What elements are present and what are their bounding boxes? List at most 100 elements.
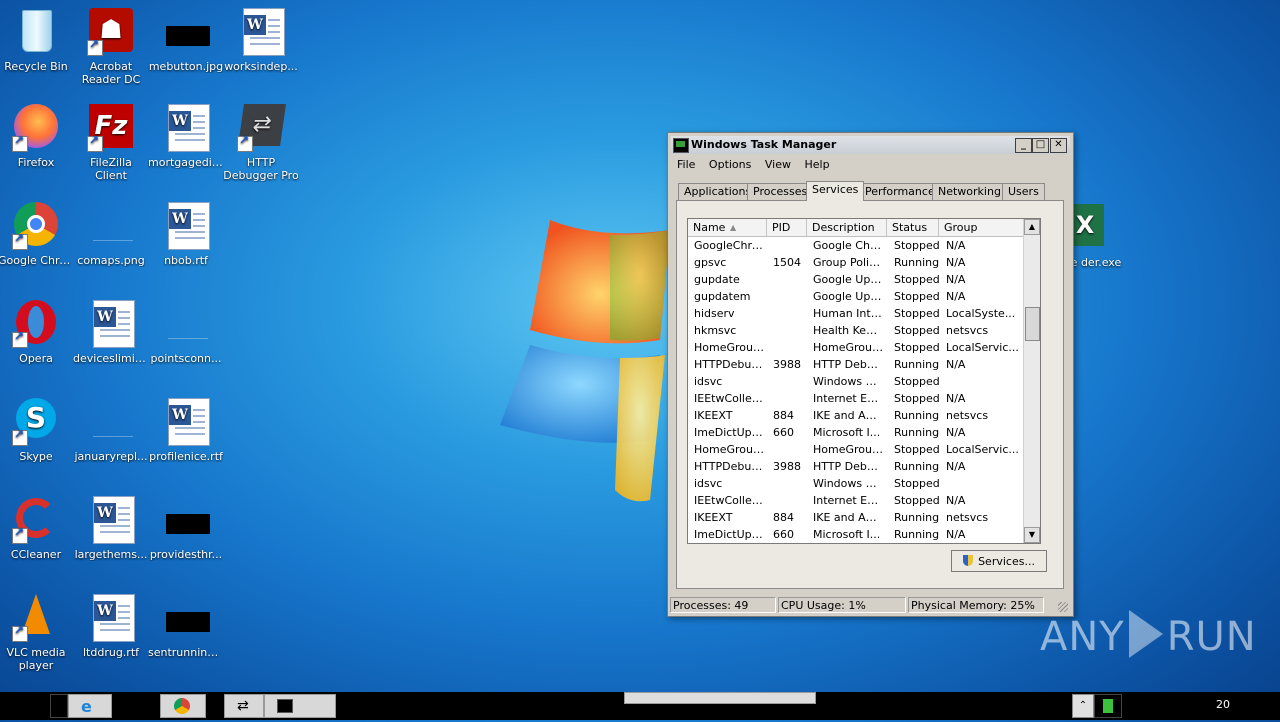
vertical-scrollbar[interactable]: ▲ ▼ <box>1023 219 1040 543</box>
menu-view[interactable]: View <box>760 156 796 173</box>
desktop-icon[interactable]: S Skype <box>0 398 74 463</box>
service-description: Internet Ex... <box>813 392 883 405</box>
maximize-button[interactable]: □ <box>1032 138 1049 153</box>
table-row[interactable]: hidserv Human Inte... Stopped LocalSyste... <box>688 305 1024 322</box>
title-bar[interactable]: Windows Task Manager _ □ ✕ <box>671 136 1070 154</box>
service-name: HomeGroup... <box>694 341 766 354</box>
table-row[interactable]: gpsvc 1504 Group Polic... Running N/A <box>688 254 1024 271</box>
service-group: N/A <box>946 494 966 507</box>
service-name: hidserv <box>694 307 735 320</box>
desktop-icon-label: mebutton.jpg <box>148 60 224 73</box>
service-description: Microsoft I... <box>813 426 881 439</box>
column-pid[interactable]: PID <box>767 219 807 236</box>
table-row[interactable]: gupdate Google Upd... Stopped N/A <box>688 271 1024 288</box>
service-description: Microsoft I... <box>813 528 881 541</box>
service-group: netsvcs <box>946 409 989 422</box>
table-row[interactable]: GoogleChro... Google Chr... Stopped N/A <box>688 237 1024 254</box>
table-row[interactable]: IEEtwCollec... Internet Ex... Stopped N/A <box>688 390 1024 407</box>
desktop-icon[interactable]: comaps.png <box>73 202 149 267</box>
scroll-down-button[interactable]: ▼ <box>1024 527 1040 543</box>
desktop-icon[interactable]: pointsconn... <box>148 300 224 365</box>
table-row[interactable]: HTTPDebug... 3988 HTTP Debu... Running N/A <box>688 458 1024 475</box>
service-description: Human Inte... <box>813 307 883 320</box>
table-row[interactable]: HomeGroup... HomeGroup... Stopped LocalServ… <box>688 441 1024 458</box>
tab-services[interactable]: Services <box>806 181 865 201</box>
desktop-icon[interactable]: januaryrepl... <box>73 398 149 463</box>
task-manager-window[interactable]: Windows Task Manager _ □ ✕ File Options … <box>667 132 1074 617</box>
desktop-icon[interactable]: Firefox <box>0 104 74 169</box>
opera-icon <box>12 300 60 348</box>
service-pid: 884 <box>773 511 794 524</box>
scroll-thumb[interactable] <box>1025 307 1040 341</box>
desktop-icon[interactable]: Wworksindep... <box>223 8 299 73</box>
desktop-icon[interactable]: Wmortgagedis... <box>148 104 224 169</box>
service-name: IKEEXT <box>694 409 733 422</box>
tab-processes[interactable]: Processes <box>747 183 814 200</box>
start-button[interactable] <box>50 694 68 718</box>
desktop-icon[interactable]: Wltddrug.rtf <box>73 594 149 659</box>
service-status: Stopped <box>894 443 940 456</box>
clock[interactable]: 20 <box>1216 698 1230 711</box>
desktop-icon[interactable]: mebutton.jpg <box>148 8 224 73</box>
desktop-icon[interactable]: providesthr... <box>148 496 224 561</box>
desktop-icon-label: Opera <box>19 352 53 365</box>
column-description[interactable]: Description <box>807 219 887 236</box>
taskbar-ie[interactable]: e <box>68 694 112 718</box>
menu-file[interactable]: File <box>672 156 700 173</box>
desktop-icon[interactable]: Wlargethems... <box>73 496 149 561</box>
taskbar-http-debugger[interactable]: ⇄ <box>224 694 264 718</box>
service-description: Google Upd... <box>813 273 883 286</box>
table-row[interactable]: gupdatem Google Upd... Stopped N/A <box>688 288 1024 305</box>
service-status: Stopped <box>894 307 940 320</box>
close-button[interactable]: ✕ <box>1050 138 1067 153</box>
column-group[interactable]: Group <box>939 219 1024 236</box>
show-hidden-icons-button[interactable]: ⌃ <box>1072 694 1094 718</box>
table-row[interactable]: idsvc Windows C... Stopped <box>688 373 1024 390</box>
table-row[interactable]: IKEEXT 884 IKE and Au... Running netsvcs <box>688 509 1024 526</box>
desktop-icon[interactable]: VLC media player <box>0 594 74 672</box>
services-list[interactable]: Name ▲ PID Description Status Group Googl… <box>687 218 1041 544</box>
tab-applications[interactable]: Applications <box>678 183 758 200</box>
table-row[interactable]: HTTPDebug... 3988 HTTP Debu... Running N/A <box>688 356 1024 373</box>
table-row[interactable]: HomeGroup... HomeGroup... Stopped LocalServ… <box>688 339 1024 356</box>
minimize-button[interactable]: _ <box>1015 138 1032 153</box>
table-row[interactable]: ImeDictUpd... 660 Microsoft I... Running N/A <box>688 526 1024 543</box>
service-pid: 660 <box>773 528 794 541</box>
table-row[interactable]: ImeDictUpd... 660 Microsoft I... Running N/A <box>688 424 1024 441</box>
desktop-icon[interactable]: Wnbob.rtf <box>148 202 224 267</box>
desktop-icon[interactable]: Recycle Bin <box>0 8 74 73</box>
table-row[interactable]: idsvc Windows C... Stopped <box>688 475 1024 492</box>
service-status: Running <box>894 511 940 524</box>
table-row[interactable]: IKEEXT 884 IKE and Au... Running netsvcs <box>688 407 1024 424</box>
service-name: IEEtwCollec... <box>694 392 766 405</box>
service-status: Stopped <box>894 375 940 388</box>
services-button[interactable]: Services... <box>951 550 1047 572</box>
tab-networking[interactable]: Networking <box>932 183 1007 200</box>
service-pid: 884 <box>773 409 794 422</box>
tab-users[interactable]: Users <box>1002 183 1045 200</box>
table-row[interactable]: hkmsvc Health Key ... Stopped netsvcs <box>688 322 1024 339</box>
desktop-icon[interactable]: ☗ Acrobat Reader DC <box>73 8 149 86</box>
desktop-icon[interactable]: Fz FileZilla Client <box>73 104 149 182</box>
service-group: N/A <box>946 528 966 541</box>
desktop-icon[interactable]: Wprofilenice.rtf <box>148 398 224 463</box>
desktop-icon[interactable]: Google Chrome <box>0 202 74 267</box>
service-name: idsvc <box>694 477 723 490</box>
desktop-icon[interactable]: Wdeviceslimit... <box>73 300 149 365</box>
service-description: HTTP Debu... <box>813 358 883 371</box>
desktop-icon[interactable]: sentrunning... <box>148 594 224 659</box>
menu-help[interactable]: Help <box>799 156 834 173</box>
column-status[interactable]: Status <box>887 219 939 236</box>
task-manager-icon <box>673 138 689 153</box>
desktop-icon[interactable]: ⇄ HTTP Debugger Pro <box>223 104 299 182</box>
desktop-icon[interactable]: Opera <box>0 300 74 365</box>
taskbar-chrome[interactable] <box>160 694 206 718</box>
menu-options[interactable]: Options <box>704 156 756 173</box>
column-name[interactable]: Name ▲ <box>688 219 767 236</box>
tray-cpu-icon[interactable] <box>1094 694 1122 718</box>
desktop-icon[interactable]: CCleaner <box>0 496 74 561</box>
table-row[interactable]: IEEtwCollec... Internet Ex... Stopped N/A <box>688 492 1024 509</box>
taskbar-task-manager[interactable] <box>264 694 336 718</box>
scroll-up-button[interactable]: ▲ <box>1024 219 1040 235</box>
tab-performance[interactable]: Performance <box>859 183 941 200</box>
